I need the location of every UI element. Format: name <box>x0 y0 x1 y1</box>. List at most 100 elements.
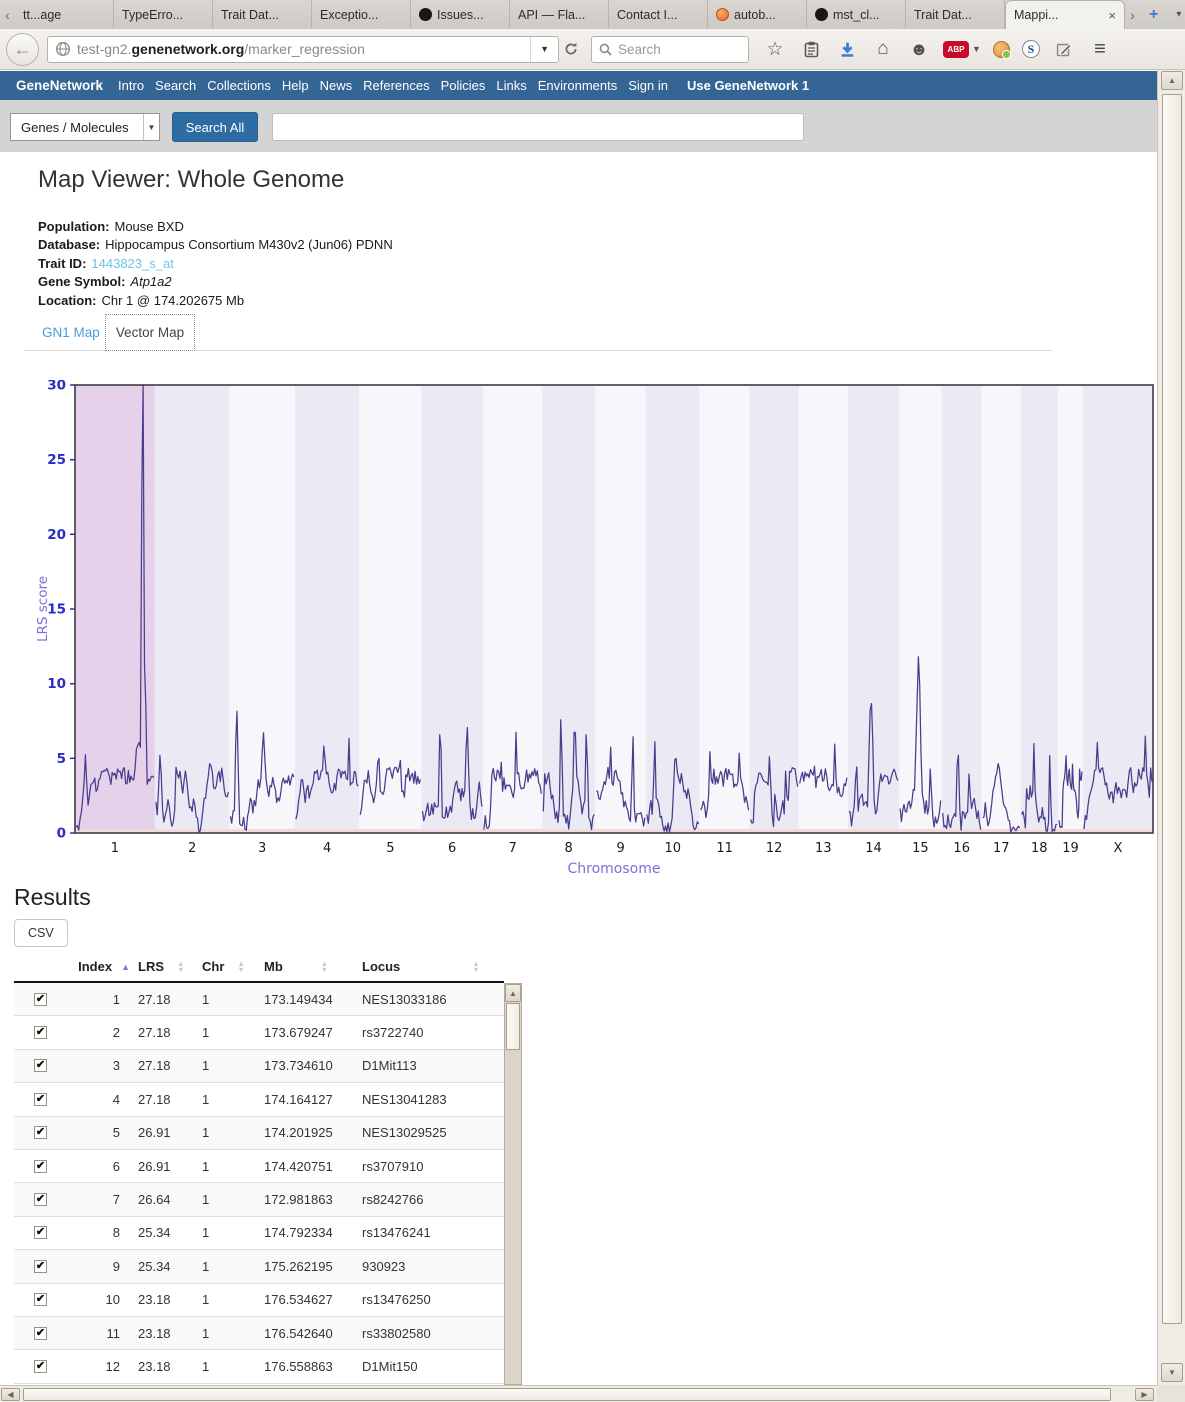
browser-tab[interactable]: Contact I... <box>609 0 708 29</box>
svg-text:9: 9 <box>616 841 624 856</box>
cell-index: 10 <box>58 1292 120 1307</box>
tab-strip: tt...ageTypeErro... Trait Dat... Exceptio.… <box>15 0 1125 29</box>
row-checkbox[interactable]: ✔ <box>34 1160 47 1173</box>
addon-s-icon[interactable]: S <box>1022 40 1040 58</box>
page-scrollbar-thumb[interactable] <box>1162 94 1182 1324</box>
browser-tab[interactable]: Trait Dat... <box>213 0 312 29</box>
svg-text:7: 7 <box>508 841 516 856</box>
browser-tab[interactable]: Issues... <box>411 0 510 29</box>
row-checkbox[interactable]: ✔ <box>34 1327 47 1340</box>
browser-tab[interactable]: mst_cl... <box>807 0 906 29</box>
column-locus[interactable]: Locus▲▼ <box>362 959 504 974</box>
svg-text:20: 20 <box>47 527 66 543</box>
tab-vector-map[interactable]: Vector Map <box>105 314 195 351</box>
svg-text:25: 25 <box>47 452 66 468</box>
gn-brand[interactable]: GeneNetwork <box>16 78 103 93</box>
browser-tab[interactable]: Exceptio... <box>312 0 411 29</box>
nav-item-environments[interactable]: Environments <box>538 78 617 93</box>
column-index[interactable]: Index▲ <box>58 959 138 974</box>
row-checkbox[interactable]: ✔ <box>34 1059 47 1072</box>
nav-item-references[interactable]: References <box>363 78 429 93</box>
downloads-icon[interactable] <box>835 37 859 61</box>
cell-lrs: 26.91 <box>138 1159 202 1174</box>
svg-text:15: 15 <box>912 841 929 856</box>
trait-id-link[interactable]: 1443823_s_at <box>91 256 173 271</box>
svg-text:5: 5 <box>386 841 394 856</box>
row-checkbox[interactable]: ✔ <box>34 1293 47 1306</box>
svg-text:4: 4 <box>323 841 331 856</box>
home-icon[interactable]: ⌂ <box>871 37 895 61</box>
table-scrollbar[interactable]: ▲ <box>504 983 522 1385</box>
reload-button[interactable] <box>559 37 583 61</box>
svg-text:10: 10 <box>665 841 682 856</box>
page-horizontal-thumb[interactable] <box>23 1388 1111 1401</box>
column-lrs[interactable]: LRS▲▼ <box>138 959 202 974</box>
cell-lrs: 23.18 <box>138 1326 202 1341</box>
csv-export-button[interactable]: CSV <box>14 919 68 947</box>
page-horizontal-scrollbar[interactable]: ◀ ▶ <box>0 1385 1157 1402</box>
page-scroll-right-button[interactable]: ▶ <box>1135 1388 1154 1401</box>
nav-item-policies[interactable]: Policies <box>441 78 486 93</box>
row-checkbox[interactable]: ✔ <box>34 1226 47 1239</box>
adblock-button[interactable]: ABP ▼ <box>943 41 981 58</box>
chat-icon[interactable]: ☻ <box>907 37 931 61</box>
meta-value: Atp1a2 <box>130 274 171 289</box>
nav-item-sign-in[interactable]: Sign in <box>628 78 668 93</box>
row-checkbox[interactable]: ✔ <box>34 1026 47 1039</box>
search-all-button[interactable]: Search All <box>172 112 258 142</box>
browser-tab[interactable]: Mappi...× <box>1005 0 1125 29</box>
nav-item-help[interactable]: Help <box>282 78 309 93</box>
tab-scroll-left-button[interactable]: ‹ <box>0 0 15 29</box>
meta-line: Trait ID:1443823_s_at <box>38 254 393 273</box>
back-button[interactable]: ← <box>6 33 39 66</box>
use-genenetwork1-link[interactable]: Use GeneNetwork 1 <box>687 78 809 93</box>
page-vertical-scrollbar[interactable]: ▲ ▼ <box>1157 70 1185 1385</box>
row-checkbox[interactable]: ✔ <box>34 1193 47 1206</box>
nav-item-search[interactable]: Search <box>155 78 196 93</box>
gn-search-input[interactable] <box>272 113 804 141</box>
url-bar[interactable]: test-gn2.genenetwork.org/marker_regressi… <box>47 36 559 63</box>
nav-item-news[interactable]: News <box>320 78 353 93</box>
tab-close-icon[interactable]: × <box>1108 8 1116 23</box>
browser-tab[interactable]: API — Fla... <box>510 0 609 29</box>
browser-tab[interactable]: autob... <box>708 0 807 29</box>
table-row: ✔526.911174.201925NES13029525 <box>14 1117 504 1150</box>
all-tabs-dropdown-button[interactable]: ▾ <box>1167 0 1185 29</box>
row-checkbox[interactable]: ✔ <box>34 1360 47 1373</box>
tab-gn1-map[interactable]: GN1 Map <box>42 325 100 340</box>
browser-toolbar: ← test-gn2.genenetwork.org/marker_regres… <box>0 29 1185 70</box>
genome-scan-chart: 12345678910111213141516171819X0510152025… <box>0 380 1157 880</box>
addon-orange-icon[interactable] <box>993 41 1010 58</box>
meta-line: Location:Chr 1 @ 174.202675 Mb <box>38 291 393 310</box>
column-chr[interactable]: Chr▲▼ <box>202 959 264 974</box>
tab-label: Trait Dat... <box>221 8 279 22</box>
browser-tab[interactable]: TypeErro... <box>114 0 213 29</box>
cell-mb: 174.792334 <box>264 1225 362 1240</box>
site-favicon <box>716 8 729 21</box>
column-mb[interactable]: Mb▲▼ <box>264 959 362 974</box>
bookmark-star-icon[interactable]: ☆ <box>763 37 787 61</box>
reading-list-icon[interactable] <box>799 37 823 61</box>
table-scrollbar-thumb[interactable] <box>506 1003 520 1050</box>
row-checkbox[interactable]: ✔ <box>34 1093 47 1106</box>
compose-icon[interactable] <box>1052 37 1076 61</box>
nav-item-intro[interactable]: Intro <box>118 78 144 93</box>
page-scroll-left-button[interactable]: ◀ <box>1 1388 20 1401</box>
menu-hamburger-icon[interactable]: ≡ <box>1088 37 1112 61</box>
page-scroll-up-button[interactable]: ▲ <box>1161 71 1183 90</box>
url-dropdown-caret[interactable]: ▼ <box>530 37 558 62</box>
new-tab-button[interactable]: + <box>1140 0 1167 29</box>
row-checkbox[interactable]: ✔ <box>34 1260 47 1273</box>
row-checkbox[interactable]: ✔ <box>34 1126 47 1139</box>
nav-item-collections[interactable]: Collections <box>207 78 271 93</box>
browser-search-field[interactable]: Search <box>591 36 749 63</box>
browser-tab[interactable]: tt...age <box>15 0 114 29</box>
tab-scroll-right-button[interactable]: › <box>1125 0 1140 29</box>
browser-tab[interactable]: Trait Dat... <box>906 0 1005 29</box>
cell-locus: rs13476250 <box>362 1292 504 1307</box>
nav-item-links[interactable]: Links <box>496 78 526 93</box>
page-scroll-down-button[interactable]: ▼ <box>1161 1363 1183 1382</box>
row-checkbox[interactable]: ✔ <box>34 993 47 1006</box>
search-category-select[interactable]: Genes / Molecules ▼ <box>10 113 160 141</box>
table-scroll-up-button[interactable]: ▲ <box>505 984 521 1002</box>
